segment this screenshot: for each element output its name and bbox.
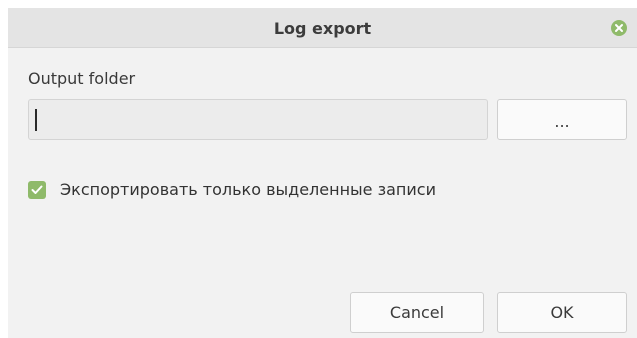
export-selected-label: Экспортировать только выделенные записи <box>60 180 436 199</box>
cancel-button[interactable]: Cancel <box>350 292 484 333</box>
title-bar: Log export <box>8 8 637 48</box>
text-caret <box>35 109 37 131</box>
log-export-dialog: Log export Output folder ... Экспортиров… <box>8 8 637 338</box>
output-folder-input[interactable] <box>28 99 488 140</box>
export-selected-option[interactable]: Экспортировать только выделенные записи <box>28 180 436 199</box>
dialog-title: Log export <box>273 19 372 38</box>
close-icon <box>615 24 623 32</box>
checkmark-icon <box>31 185 43 194</box>
output-folder-label: Output folder <box>28 69 136 88</box>
browse-button[interactable]: ... <box>497 99 627 140</box>
close-button[interactable] <box>611 20 627 36</box>
export-selected-checkbox[interactable] <box>28 180 46 199</box>
ok-button[interactable]: OK <box>497 292 627 333</box>
